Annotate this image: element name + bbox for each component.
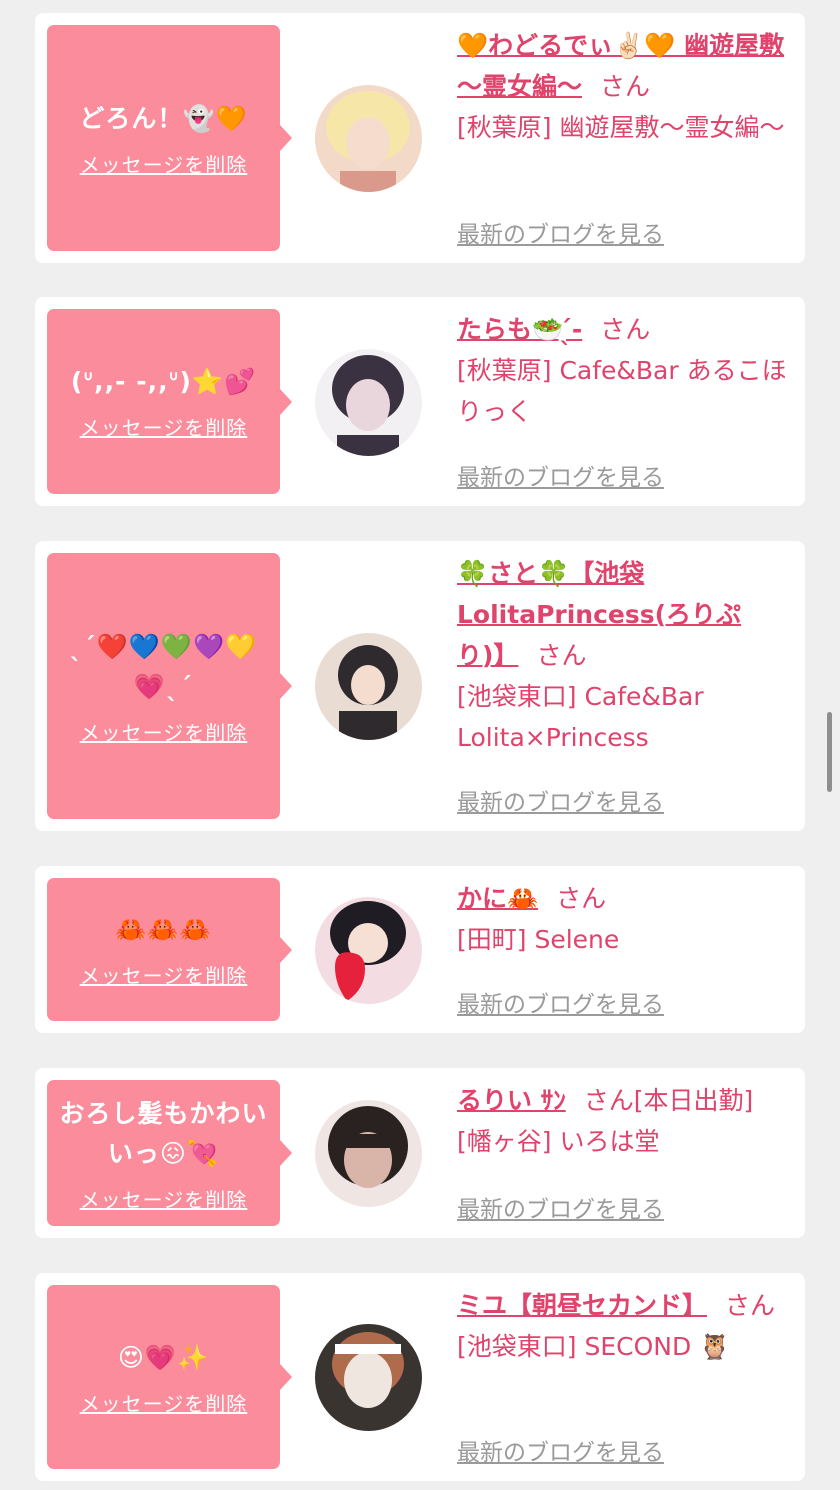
list-item: 🦀🦀🦀 メッセージを削除 かに🦀 さん [田町] Selene 最新のブログを見る (35, 866, 805, 1033)
message-bubble: 😍💗✨ メッセージを削除 (47, 1285, 292, 1469)
honorific: さん (583, 1086, 634, 1115)
message-text: ˎˊ❤️💙💚💜💛💗ˎˊ (69, 631, 258, 701)
delete-message-link[interactable]: メッセージを削除 (80, 149, 248, 178)
favorite-list: どろん！👻🧡 メッセージを削除 🧡わどるでぃ✌🏻🧡 幽遊屋敷 〜霊女編〜 さん [… (0, 0, 840, 1490)
delete-message-link[interactable]: メッセージを削除 (80, 717, 248, 746)
honorific: さん (536, 641, 587, 670)
list-item: どろん！👻🧡 メッセージを削除 🧡わどるでぃ✌🏻🧡 幽遊屋敷 〜霊女編〜 さん [… (35, 13, 805, 263)
message-bubble: 🦀🦀🦀 メッセージを削除 (47, 878, 292, 1021)
message-text: 😍💗✨ (117, 1342, 210, 1372)
cast-info: 🍀さと🍀【池袋LolitaPrincess(ろりぷり)】 さん [池袋東口] Ca… (457, 553, 787, 758)
cast-name-link[interactable]: るりい ｻﾝ (457, 1086, 566, 1115)
delete-message-link[interactable]: メッセージを削除 (80, 1184, 248, 1213)
honorific: さん (556, 884, 607, 913)
cast-name-link[interactable]: 🍀さと🍀【池袋LolitaPrincess(ろりぷり)】 (457, 559, 741, 670)
delete-message-link[interactable]: メッセージを削除 (80, 960, 248, 989)
message-bubble: (ᐡ,,- -,,ᐡ)⭐️💕 メッセージを削除 (47, 309, 292, 494)
cast-info: ミユ【朝昼セカンド】 さん [池袋東口] SECOND 🦉 (457, 1285, 787, 1367)
latest-blog-link[interactable]: 最新のブログを見る (457, 215, 664, 249)
avatar[interactable] (315, 1324, 422, 1431)
message-text: (ᐡ,,- -,,ᐡ)⭐️💕 (70, 367, 257, 396)
shop-name: [秋葉原] 幽遊屋敷〜霊女編〜 (457, 113, 785, 142)
message-bubble: どろん！👻🧡 メッセージを削除 (47, 25, 292, 251)
avatar[interactable] (315, 633, 422, 740)
shop-name: [幡ヶ谷] いろは堂 (457, 1127, 660, 1156)
cast-info: るりい ｻﾝ さん[本日出勤] [幡ヶ谷] いろは堂 (457, 1080, 787, 1162)
latest-blog-link[interactable]: 最新のブログを見る (457, 783, 664, 817)
list-item: ˎˊ❤️💙💚💜💛💗ˎˊ メッセージを削除 🍀さと🍀【池袋LolitaPrince… (35, 541, 805, 831)
delete-message-link[interactable]: メッセージを削除 (80, 1388, 248, 1417)
shop-name: [秋葉原] Cafe&Bar あるこほりっく (457, 356, 787, 426)
list-item: おろし髪もかわいいっ😖💘 メッセージを削除 るりい ｻﾝ さん[本日出勤] [幡ヶ… (35, 1068, 805, 1238)
avatar[interactable] (315, 1100, 422, 1207)
scrollbar[interactable] (827, 712, 832, 792)
cast-info: たらも🥗 ̖́- さん [秋葉原] Cafe&Bar あるこほりっく (457, 309, 787, 432)
avatar[interactable] (315, 348, 422, 456)
latest-blog-link[interactable]: 最新のブログを見る (457, 458, 664, 492)
latest-blog-link[interactable]: 最新のブログを見る (457, 1433, 664, 1467)
cast-info: かに🦀 さん [田町] Selene (457, 878, 787, 960)
avatar[interactable] (315, 896, 422, 1004)
cast-name-link[interactable]: ミユ【朝昼セカンド】 (457, 1291, 707, 1320)
list-item: (ᐡ,,- -,,ᐡ)⭐️💕 メッセージを削除 たらも🥗 ̖́- さん [秋葉原]… (35, 297, 805, 506)
message-text: 🦀🦀🦀 (115, 915, 212, 944)
message-bubble: ˎˊ❤️💙💚💜💛💗ˎˊ メッセージを削除 (47, 553, 292, 819)
message-bubble: おろし髪もかわいいっ😖💘 メッセージを削除 (47, 1080, 292, 1226)
delete-message-link[interactable]: メッセージを削除 (80, 412, 248, 441)
honorific: さん (600, 315, 651, 344)
list-item: 😍💗✨ メッセージを削除 ミユ【朝昼セカンド】 さん [池袋東口] SECOND … (35, 1273, 805, 1481)
cast-name-link[interactable]: たらも🥗 ̖́- (457, 315, 582, 344)
avatar[interactable] (315, 85, 422, 192)
latest-blog-link[interactable]: 最新のブログを見る (457, 985, 664, 1019)
shop-name: [池袋東口] SECOND 🦉 (457, 1332, 731, 1361)
honorific: さん (725, 1291, 776, 1320)
latest-blog-link[interactable]: 最新のブログを見る (457, 1190, 664, 1224)
cast-info: 🧡わどるでぃ✌🏻🧡 幽遊屋敷 〜霊女編〜 さん [秋葉原] 幽遊屋敷〜霊女編〜 (457, 25, 787, 148)
shop-name: [田町] Selene (457, 925, 620, 954)
message-text: おろし髪もかわいいっ😖💘 (59, 1098, 268, 1168)
shop-name: [池袋東口] Cafe&Bar Lolita×Princess (457, 682, 704, 752)
message-text: どろん！👻🧡 (79, 103, 248, 133)
status-badge: [本日出勤] (633, 1086, 754, 1115)
cast-name-link[interactable]: かに🦀 (457, 884, 538, 913)
honorific: さん (600, 72, 651, 101)
